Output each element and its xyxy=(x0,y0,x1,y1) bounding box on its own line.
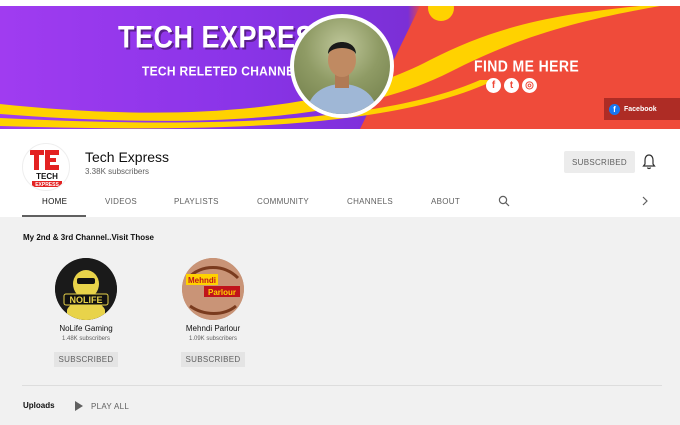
section-divider xyxy=(22,385,662,386)
facebook-icon: f xyxy=(486,78,501,93)
featured-channel-name[interactable]: Mehndi Parlour xyxy=(163,324,263,333)
tab-playlists[interactable]: PLAYLISTS xyxy=(174,197,219,206)
nolife-gaming-avatar[interactable]: NOLIFE xyxy=(55,258,117,320)
channel-logo-subtext: EXPRESS xyxy=(35,182,59,188)
banner-avatar xyxy=(290,14,394,118)
tab-channels[interactable]: CHANNELS xyxy=(347,197,393,206)
nolife-badge-text: NOLIFE xyxy=(70,295,103,305)
featured-channel-subs: 1.48K subscribers xyxy=(61,336,111,342)
channel-tabs: HOME VIDEOS PLAYLISTS COMMUNITY CHANNELS… xyxy=(0,191,680,217)
channel-logo-text: TECH xyxy=(36,172,58,181)
featured-channel-card[interactable]: Mehndi Parlour Mehndi Parlour 1.09K subs… xyxy=(163,258,263,367)
parlour-badge-text: Parlour xyxy=(208,288,236,297)
notification-bell-icon[interactable] xyxy=(642,154,656,170)
subscribed-button[interactable]: SUBSCRIBED xyxy=(564,151,635,173)
channel-avatar[interactable]: TECH EXPRESS xyxy=(22,143,70,191)
featured-channel-name[interactable]: NoLife Gaming xyxy=(36,324,136,333)
play-icon[interactable] xyxy=(75,401,83,411)
channel-header: TECH EXPRESS Tech Express 3.38K subscrib… xyxy=(0,129,680,217)
active-tab-indicator xyxy=(22,215,86,217)
banner-subtitle: TECH RELETED CHANNEL xyxy=(142,63,303,79)
chevron-right-icon[interactable] xyxy=(640,195,650,207)
mehndi-parlour-avatar[interactable]: Mehndi Parlour xyxy=(182,258,244,320)
tab-about[interactable]: ABOUT xyxy=(431,197,460,206)
channel-subscriber-count: 3.38K subscribers xyxy=(85,167,150,176)
banner-avatar-photo xyxy=(294,18,390,114)
search-icon[interactable] xyxy=(498,195,510,207)
tab-community[interactable]: COMMUNITY xyxy=(257,197,309,206)
mehndi-badge-text: Mehndi xyxy=(188,276,216,285)
uploads-title: Uploads xyxy=(23,401,55,410)
banner-top-strip xyxy=(0,0,680,6)
play-all-button[interactable]: PLAY ALL xyxy=(91,402,129,411)
banner-social-icons: f t ◎ xyxy=(486,78,537,93)
banner-facebook-link[interactable]: f Facebook xyxy=(604,98,680,120)
facebook-link-label: Facebook xyxy=(624,105,657,113)
instagram-icon: ◎ xyxy=(522,78,537,93)
subscribed-button[interactable]: SUBSCRIBED xyxy=(181,352,245,367)
tab-home[interactable]: HOME xyxy=(42,197,67,206)
channel-banner: TECH EXPRESS TECH RELETED CHANNEL FIND M… xyxy=(0,0,680,129)
featured-channel-subs: 1.09K subscribers xyxy=(188,336,238,342)
twitter-icon: t xyxy=(504,78,519,93)
facebook-link-icon: f xyxy=(609,103,620,115)
tab-videos[interactable]: VIDEOS xyxy=(105,197,137,206)
find-me-text: FIND ME HERE xyxy=(474,56,580,76)
featured-channels-title: My 2nd & 3rd Channel..Visit Those xyxy=(23,233,154,242)
subscribed-button[interactable]: SUBSCRIBED xyxy=(54,352,118,367)
channel-name: Tech Express xyxy=(85,149,170,165)
featured-channel-card[interactable]: NOLIFE NoLife Gaming 1.48K subscribers S… xyxy=(36,258,136,367)
